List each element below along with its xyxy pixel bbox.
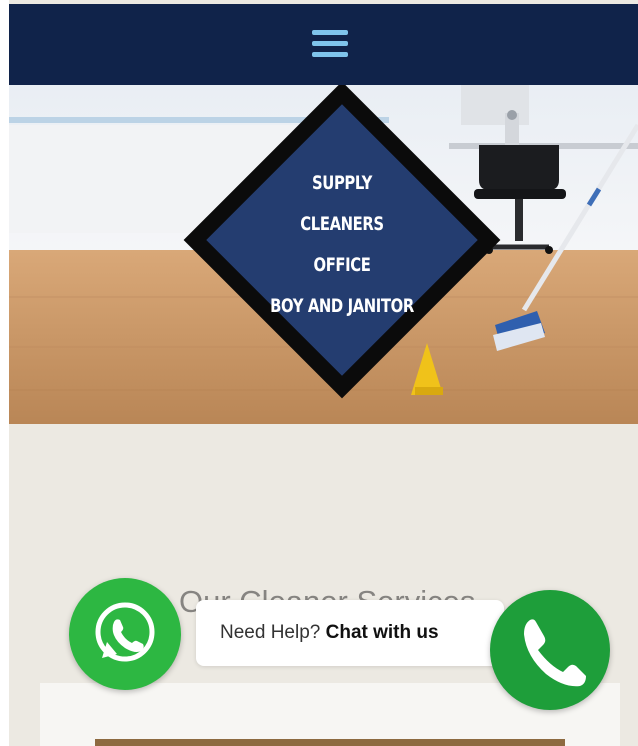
phone-icon	[524, 619, 586, 687]
card-image	[95, 739, 565, 746]
whatsapp-button[interactable]	[69, 578, 181, 690]
badge-line: CLEANERS	[300, 213, 384, 235]
hero-banner: SUPPLY CLEANERS OFFICE BOY AND JANITOR	[9, 85, 638, 424]
badge-line: SUPPLY	[312, 172, 372, 194]
chat-help-bubble[interactable]: Need Help? Chat with us	[196, 600, 504, 666]
badge-text: SUPPLY CLEANERS OFFICE BOY AND JANITOR	[266, 163, 419, 327]
badge-line: OFFICE	[313, 254, 371, 276]
top-navbar	[9, 4, 638, 85]
whatsapp-icon	[95, 602, 155, 662]
chat-with-us-link[interactable]: Chat with us	[326, 622, 439, 643]
chat-help-text: Need Help? Chat with us	[220, 622, 439, 644]
phone-call-button[interactable]	[490, 590, 610, 710]
help-prompt: Need Help?	[220, 622, 321, 643]
badge-line: BOY AND JANITOR	[270, 295, 414, 317]
hamburger-menu-icon[interactable]	[312, 30, 348, 60]
